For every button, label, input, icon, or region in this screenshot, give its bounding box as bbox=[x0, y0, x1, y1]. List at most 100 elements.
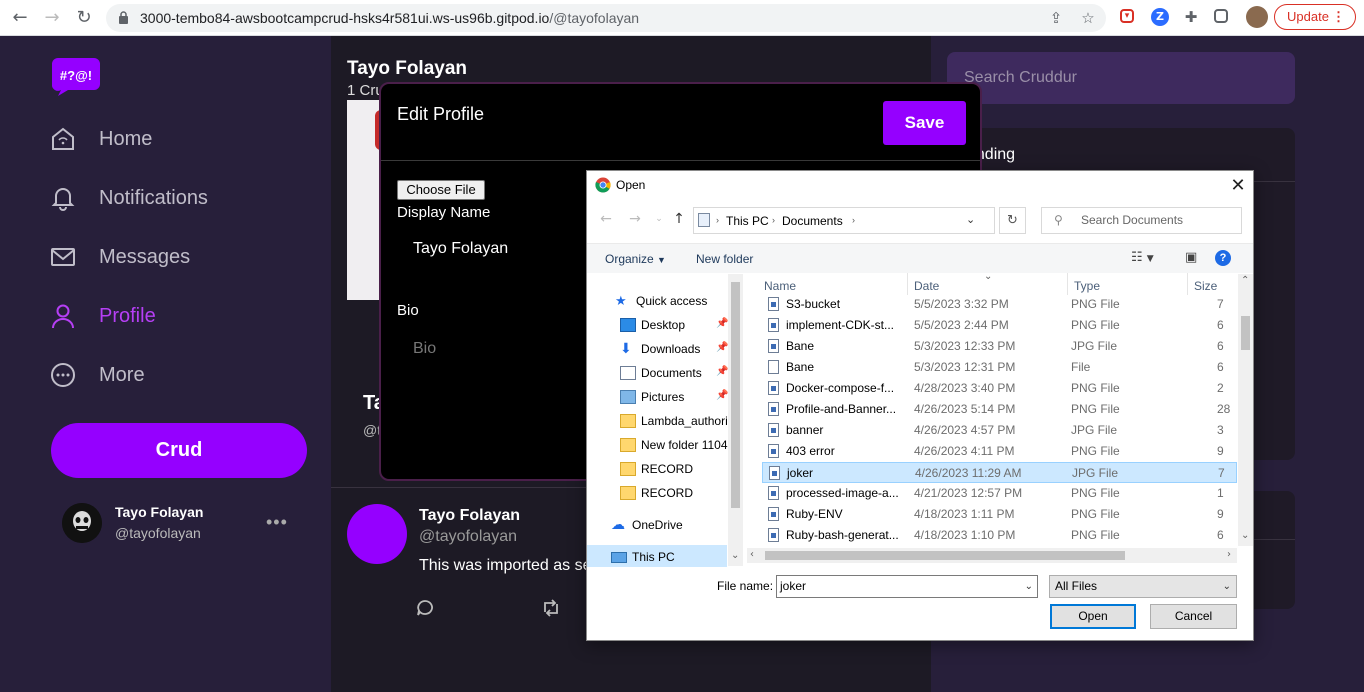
image-file-icon bbox=[768, 339, 779, 353]
kebab-menu-icon[interactable]: ⋮ bbox=[1332, 5, 1345, 29]
file-row[interactable]: Ruby-ENV 4/18/2023 1:11 PM PNG File 9 bbox=[762, 504, 1237, 525]
bio-field[interactable]: Bio bbox=[413, 340, 436, 358]
sidebar-item-home[interactable]: Home bbox=[50, 119, 152, 159]
organize-button[interactable]: Organize ▼ bbox=[605, 252, 666, 266]
download-icon: ⬇ bbox=[620, 341, 632, 357]
column-header-name[interactable]: Name bbox=[764, 279, 796, 293]
refresh-icon[interactable]: ↻ bbox=[999, 207, 1026, 234]
column-header-date[interactable]: Date bbox=[914, 279, 939, 293]
new-folder-button[interactable]: New folder bbox=[696, 252, 753, 266]
sidebar-item-messages[interactable]: Messages bbox=[50, 237, 190, 277]
bookmark-star-icon[interactable]: ☆ bbox=[1080, 10, 1096, 26]
back-arrow-icon[interactable]: ← bbox=[10, 8, 30, 28]
sidebar-item-notifications[interactable]: Notifications bbox=[50, 178, 208, 218]
user-icon bbox=[50, 303, 76, 329]
save-button[interactable]: Save bbox=[883, 101, 966, 145]
search-input[interactable]: Search Cruddur bbox=[947, 52, 1295, 104]
file-row[interactable]: Docker-compose-f... 4/28/2023 3:40 PM PNG … bbox=[762, 378, 1237, 399]
file-row[interactable]: banner 4/26/2023 4:57 PM JPG File 3 bbox=[762, 420, 1237, 441]
file-row[interactable]: Bane 5/3/2023 12:31 PM File 6 bbox=[762, 357, 1237, 378]
file-name-label: File name: bbox=[717, 579, 774, 593]
nav-folder[interactable]: New folder 1104 bbox=[620, 438, 728, 452]
file-row[interactable]: Bane 5/3/2023 12:33 PM JPG File 6 bbox=[762, 336, 1237, 357]
file-row[interactable]: Ruby-bash-generat... 4/18/2023 1:10 PM PNG… bbox=[762, 525, 1237, 546]
side-panel-icon[interactable] bbox=[1214, 9, 1228, 23]
file-name-input[interactable]: joker ⌄ bbox=[776, 575, 1038, 598]
file-row-selected[interactable]: joker 4/26/2023 11:29 AM JPG File 7 bbox=[762, 462, 1237, 483]
file-row[interactable]: Profile-and-Banner... 4/26/2023 5:14 PM PN… bbox=[762, 399, 1237, 420]
nav-quick-access[interactable]: ★ Quick access bbox=[615, 294, 707, 309]
preview-pane-icon[interactable]: ▣ bbox=[1185, 250, 1197, 265]
file-type-select[interactable]: All Files ⌄ bbox=[1049, 575, 1237, 598]
file-list-vertical-scrollbar[interactable]: ⌃ ⌄ bbox=[1238, 274, 1253, 546]
image-file-icon bbox=[768, 423, 779, 437]
search-documents-input[interactable]: ⚲ Search Documents bbox=[1041, 207, 1242, 234]
dialog-forward-icon[interactable]: → bbox=[627, 211, 643, 227]
nav-documents[interactable]: Documents 📌 bbox=[620, 366, 728, 380]
share-icon[interactable]: ⇪ bbox=[1048, 10, 1064, 26]
breadcrumb-item[interactable]: Documents bbox=[782, 214, 843, 228]
open-button[interactable]: Open bbox=[1050, 604, 1136, 629]
nav-downloads[interactable]: ⬇ Downloads 📌 bbox=[620, 341, 728, 357]
file-icon bbox=[768, 360, 779, 374]
nav-folder[interactable]: Lambda_authori bbox=[620, 414, 728, 428]
display-name-label: Display Name bbox=[397, 204, 491, 221]
profile-avatar-icon[interactable] bbox=[1246, 6, 1268, 28]
post-author-name[interactable]: Tayo Folayan bbox=[419, 507, 520, 525]
column-header-type[interactable]: Type bbox=[1074, 279, 1100, 293]
close-icon[interactable]: ✕ bbox=[1227, 175, 1249, 197]
chevron-down-icon[interactable]: ⌄ bbox=[1025, 576, 1033, 597]
file-list-horizontal-scrollbar[interactable]: ‹ › bbox=[747, 548, 1237, 563]
folder-icon bbox=[620, 438, 636, 452]
current-user-handle: @tayofolayan bbox=[115, 525, 201, 541]
up-folder-icon[interactable]: ↑ bbox=[671, 211, 687, 227]
forward-arrow-icon[interactable]: → bbox=[42, 8, 62, 28]
help-icon[interactable]: ? bbox=[1215, 250, 1231, 266]
extension-shield-icon[interactable]: ▾ bbox=[1120, 9, 1134, 23]
post-avatar[interactable] bbox=[347, 504, 407, 564]
reload-icon[interactable]: ↻ bbox=[74, 8, 94, 28]
pin-icon: 📌 bbox=[716, 342, 729, 353]
cancel-button[interactable]: Cancel bbox=[1150, 604, 1237, 629]
nav-onedrive[interactable]: ☁ OneDrive bbox=[611, 518, 683, 532]
nav-pictures[interactable]: Pictures 📌 bbox=[620, 390, 728, 404]
pictures-icon bbox=[620, 390, 636, 404]
nav-desktop[interactable]: Desktop 📌 bbox=[620, 318, 728, 332]
address-bar[interactable]: 3000-tembo84-awsbootcampcrud-hsks4r581ui… bbox=[106, 4, 1106, 32]
avatar[interactable] bbox=[62, 503, 102, 543]
address-breadcrumb[interactable]: › This PC › Documents › ⌄ bbox=[693, 207, 995, 234]
cruddur-logo[interactable]: #?@! bbox=[52, 56, 100, 96]
image-file-icon bbox=[768, 444, 779, 458]
file-row[interactable]: implement-CDK-st... 5/5/2023 2:44 PM PNG F… bbox=[762, 315, 1237, 336]
display-name-field[interactable]: Tayo Folayan bbox=[413, 240, 508, 258]
pin-icon: 📌 bbox=[716, 390, 729, 401]
crud-button[interactable]: Crud bbox=[51, 423, 307, 478]
column-header-size[interactable]: Size bbox=[1194, 279, 1217, 293]
nav-this-pc[interactable]: This PC bbox=[611, 550, 675, 564]
extensions-puzzle-icon[interactable]: ✚ bbox=[1182, 8, 1200, 26]
chevron-down-icon[interactable]: ⌄ bbox=[966, 213, 975, 226]
post-author-handle[interactable]: @tayofolayan bbox=[419, 528, 517, 546]
image-file-icon bbox=[768, 297, 779, 311]
update-button[interactable]: Update ⋮ bbox=[1274, 4, 1356, 30]
file-row[interactable]: processed-image-a... 4/21/2023 12:57 PM PN… bbox=[762, 483, 1237, 504]
nav-folder[interactable]: RECORD bbox=[620, 486, 693, 500]
document-icon bbox=[620, 366, 636, 380]
recent-locations-icon[interactable]: ⌄ bbox=[651, 211, 667, 227]
mail-icon bbox=[50, 244, 76, 270]
dialog-back-icon[interactable]: ← bbox=[598, 211, 614, 227]
breadcrumb-item[interactable]: This PC bbox=[726, 214, 769, 228]
nav-pane-scrollbar[interactable]: ⌄ bbox=[728, 274, 743, 566]
choose-file-button[interactable]: Choose File bbox=[397, 180, 485, 200]
reply-icon[interactable] bbox=[415, 598, 435, 618]
dialog-toolbar: Organize ▼ New folder ☷ ▼ ▣ ? bbox=[587, 243, 1253, 273]
sidebar-item-profile[interactable]: Profile bbox=[50, 296, 156, 336]
nav-folder[interactable]: RECORD bbox=[620, 462, 693, 476]
user-menu-dots-icon[interactable]: ••• bbox=[266, 512, 288, 533]
file-row[interactable]: S3-bucket 5/5/2023 3:32 PM PNG File 7 bbox=[762, 294, 1237, 315]
file-row[interactable]: 403 error 4/26/2023 4:11 PM PNG File 9 bbox=[762, 441, 1237, 462]
sidebar-item-more[interactable]: More bbox=[50, 355, 145, 395]
repost-icon[interactable] bbox=[541, 598, 561, 618]
view-options-icon[interactable]: ☷ ▼ bbox=[1131, 250, 1154, 265]
extension-z-icon[interactable]: Z bbox=[1151, 8, 1169, 26]
